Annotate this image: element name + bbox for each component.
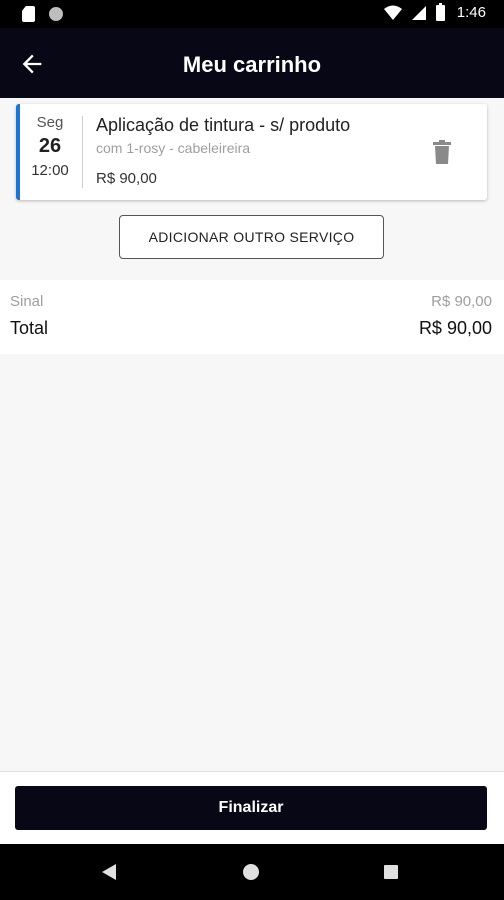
divider — [82, 116, 83, 188]
system-nav-bar — [0, 844, 504, 900]
page-title: Meu carrinho — [182, 52, 322, 77]
time-label: 12:00 — [31, 162, 69, 179]
sinal-label: Sinal — [10, 293, 44, 310]
finalize-button[interactable]: Finalizar — [15, 786, 487, 830]
wifi-icon — [383, 5, 402, 20]
battery-icon — [435, 2, 445, 21]
order-summary: Sinal R$ 90,00 Total R$ 90,00 — [0, 280, 504, 354]
app-bar: Meu carrinho — [0, 28, 504, 98]
trash-icon[interactable] — [433, 140, 451, 164]
weekday-label: Seg — [36, 114, 64, 131]
cart-item-card[interactable]: Seg 26 12:00 Aplicação de tintura - s/ p… — [16, 104, 487, 200]
day-label: 26 — [38, 135, 62, 157]
nav-back-icon[interactable] — [102, 864, 116, 880]
nav-recents-icon[interactable] — [384, 865, 398, 879]
service-price: R$ 90,00 — [96, 170, 157, 187]
nav-home-icon[interactable] — [243, 864, 259, 880]
sd-card-icon — [22, 6, 35, 22]
appointment-date: Seg 26 12:00 — [20, 114, 80, 179]
service-name: Aplicação de tintura - s/ produto — [96, 115, 351, 135]
sinal-value: R$ 90,00 — [431, 293, 492, 310]
total-value: R$ 90,00 — [418, 318, 492, 338]
circle-icon — [49, 7, 63, 21]
add-service-button[interactable]: ADICIONAR OUTRO SERVIÇO — [119, 215, 384, 259]
professional-name: com 1-rosy - cabeleireira — [96, 140, 251, 156]
status-bar: 1:46 — [0, 0, 504, 28]
total-label: Total — [10, 318, 49, 338]
signal-icon — [411, 5, 426, 20]
bottom-bar: Finalizar — [0, 771, 504, 845]
status-time: 1:46 — [456, 4, 486, 21]
